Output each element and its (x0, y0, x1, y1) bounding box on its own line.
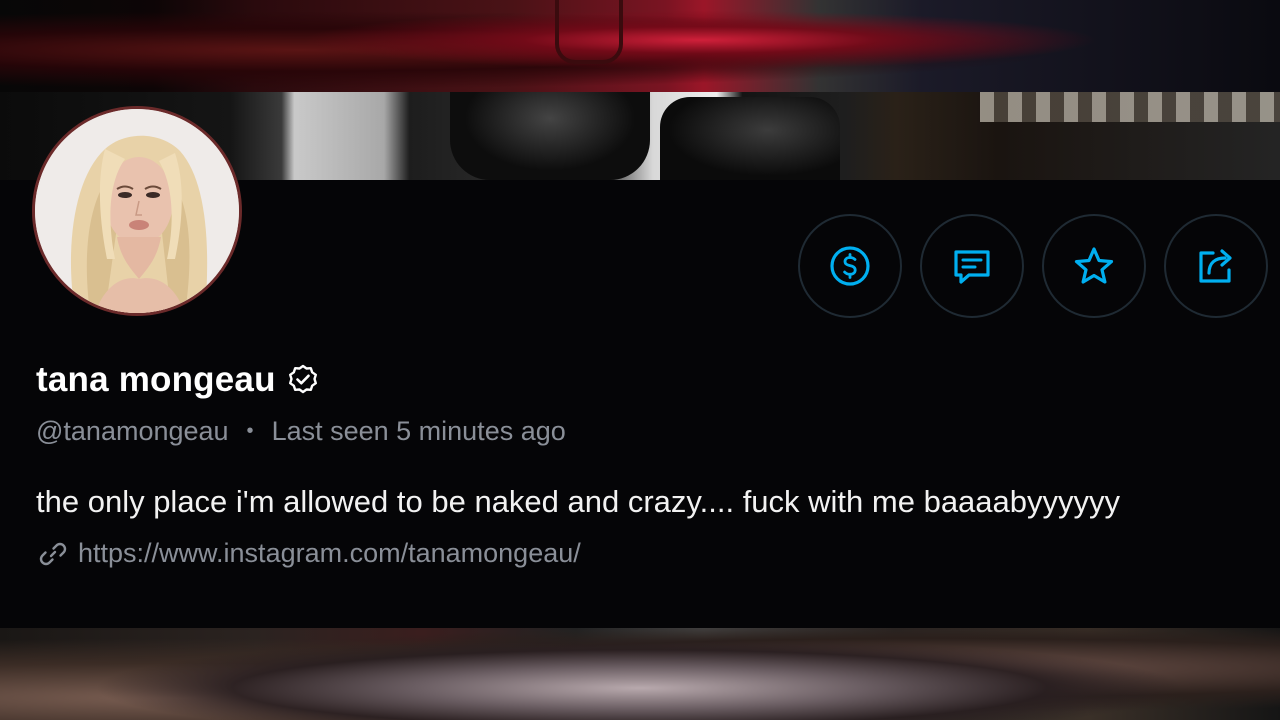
username: @tanamongeau (36, 416, 229, 446)
profile-link-row: https://www.instagram.com/tanamongeau/ (38, 538, 581, 569)
last-seen-status: Last seen 5 minutes ago (271, 416, 566, 446)
verified-badge-icon (288, 364, 317, 394)
dollar-icon (830, 246, 870, 286)
instagram-link[interactable]: https://www.instagram.com/tanamongeau/ (78, 538, 581, 569)
message-button[interactable] (920, 214, 1024, 318)
video-frame-bottom (0, 628, 1280, 720)
profile-avatar[interactable] (32, 106, 242, 316)
profile-meta: @tanamongeau • Last seen 5 minutes ago (36, 416, 566, 447)
share-icon (1199, 249, 1232, 283)
profile-bio: the only place i'm allowed to be naked a… (36, 484, 1121, 519)
video-frame-top (0, 0, 1280, 92)
banner-checker-pattern (980, 92, 1280, 122)
favorite-button[interactable] (1042, 214, 1146, 318)
banner-figure-left (450, 92, 650, 180)
star-icon (1074, 247, 1114, 284)
screen: tana mongeau @tanamongeau • Last seen 5 … (0, 0, 1280, 720)
display-name: tana mongeau (36, 360, 276, 399)
share-button[interactable] (1164, 214, 1268, 318)
tip-button[interactable] (798, 214, 902, 318)
avatar-portrait (35, 109, 239, 313)
link-icon (39, 542, 67, 565)
profile-actions (798, 214, 1268, 318)
message-icon (954, 250, 990, 284)
meta-separator: • (246, 420, 254, 442)
banner-figure-right (660, 97, 840, 180)
profile-name-row: tana mongeau (36, 360, 320, 400)
